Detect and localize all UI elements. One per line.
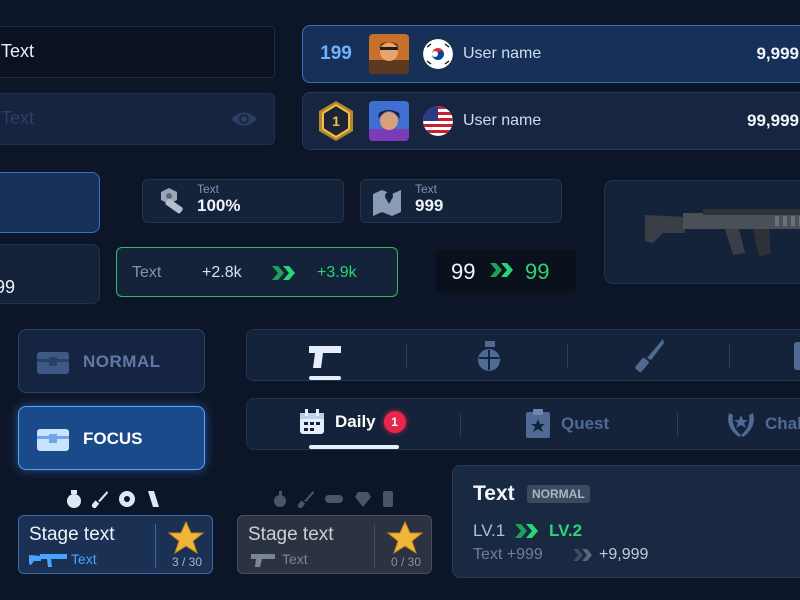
upgrade-compare-plain: 99 99 bbox=[436, 250, 576, 292]
rank-number: 1 bbox=[332, 113, 340, 129]
leaderboard-row-self[interactable]: 199 User name 9,999 bbox=[302, 25, 800, 83]
gem-icon bbox=[355, 492, 371, 507]
notification-badge: 1 bbox=[383, 411, 406, 433]
stat-value: 100% bbox=[197, 196, 241, 215]
stage-sub: Text bbox=[282, 551, 308, 567]
upgrade-label: Text bbox=[132, 264, 162, 281]
double-chevron-icon bbox=[490, 263, 513, 277]
text-from: Text +999 bbox=[473, 546, 543, 563]
tab-label: Quest bbox=[561, 414, 610, 433]
stat-label: Text bbox=[415, 182, 438, 196]
double-chevron-icon bbox=[573, 549, 592, 561]
active-indicator bbox=[309, 376, 341, 380]
eye-icon[interactable] bbox=[230, 110, 258, 128]
upgrade-compare-row: Text +2.8k +3.9k bbox=[116, 247, 398, 297]
stat-value: 999 bbox=[415, 196, 444, 215]
clipboard-star-icon bbox=[526, 409, 550, 438]
gold-rank-badge: 1 bbox=[303, 100, 369, 142]
level-from: LV.1 bbox=[473, 521, 506, 540]
stage-card-active[interactable]: Stage text Text 3 / 30 bbox=[18, 515, 213, 574]
tab-label: FOCUS bbox=[83, 429, 143, 448]
star-icon bbox=[167, 520, 205, 555]
leaderboard-row-first[interactable]: 1 User name 99,999 bbox=[302, 92, 800, 150]
mini-icon-row-1 bbox=[66, 490, 160, 508]
stage-title: Stage text bbox=[29, 524, 115, 545]
tab-label: Daily bbox=[335, 412, 376, 431]
flashbang-icon bbox=[119, 491, 135, 507]
quest-tab-bar: Daily 1 Quest Chal bbox=[246, 398, 800, 450]
grenade-icon[interactable] bbox=[475, 340, 503, 372]
stage-count: 3 / 30 bbox=[171, 555, 202, 569]
rank-number: 199 bbox=[320, 43, 352, 64]
tab-normal[interactable]: NORMAL bbox=[18, 329, 205, 393]
stage-sub: Text bbox=[71, 551, 97, 567]
stage-count: 0 / 30 bbox=[390, 555, 421, 569]
pills-icon bbox=[325, 495, 343, 503]
pistol-icon bbox=[251, 554, 275, 567]
stat-label: Text bbox=[197, 182, 220, 196]
tab-label: Chal bbox=[765, 414, 800, 433]
text-to: +9,999 bbox=[599, 546, 649, 563]
knife-icon bbox=[298, 491, 314, 508]
tab-label: NORMAL bbox=[83, 352, 161, 371]
tab-challenge[interactable]: Chal bbox=[725, 409, 800, 439]
tab-quest[interactable]: Quest bbox=[525, 409, 609, 439]
ammo-icon[interactable] bbox=[792, 340, 800, 372]
magazine-icon bbox=[148, 491, 159, 507]
normal-badge: NORMAL bbox=[527, 485, 590, 503]
weapon-preview-card[interactable] bbox=[604, 180, 800, 284]
plain-from: 99 bbox=[451, 259, 476, 284]
stage-title: Stage text bbox=[248, 524, 334, 545]
star-icon bbox=[386, 520, 424, 555]
korea-flag-icon bbox=[423, 39, 453, 69]
map-stat: Text 999 bbox=[360, 179, 562, 223]
bomb-icon bbox=[274, 491, 286, 507]
box-value: 99 bbox=[0, 277, 16, 297]
grenade-icon bbox=[67, 490, 81, 508]
level-info-card: Text NORMAL LV.1 LV.2 Text +999 +9,999 bbox=[452, 465, 800, 578]
battery-icon bbox=[383, 491, 393, 507]
avatar bbox=[369, 34, 409, 74]
level-to: LV.2 bbox=[549, 521, 583, 540]
user-name: User name bbox=[463, 45, 542, 62]
knife-icon bbox=[92, 491, 108, 508]
input-value: Text bbox=[1, 41, 35, 61]
double-chevron-icon bbox=[272, 266, 295, 280]
input-placeholder: Text bbox=[1, 108, 35, 128]
parts-stat: Text 100% bbox=[142, 179, 344, 223]
selected-box[interactable] bbox=[0, 172, 100, 233]
value-box: 99 bbox=[0, 244, 100, 304]
upgrade-to: +3.9k bbox=[317, 264, 357, 281]
active-indicator bbox=[309, 445, 399, 449]
stage-card-locked[interactable]: Stage text Text 0 / 30 bbox=[237, 515, 432, 574]
double-chevron-icon bbox=[515, 524, 538, 538]
tab-focus[interactable]: FOCUS bbox=[18, 406, 205, 470]
tab-daily[interactable]: Daily 1 bbox=[299, 409, 406, 435]
rifle-icon bbox=[29, 554, 67, 567]
chest-icon bbox=[37, 352, 69, 374]
rifle-icon bbox=[645, 209, 800, 257]
pistol-icon[interactable] bbox=[307, 342, 343, 370]
info-title: Text bbox=[473, 482, 515, 505]
avatar bbox=[369, 101, 409, 141]
text-input-filled[interactable]: Text bbox=[0, 26, 275, 78]
map-icon bbox=[373, 190, 401, 216]
usa-flag-icon bbox=[423, 106, 453, 136]
knife-icon[interactable] bbox=[635, 338, 665, 372]
chest-icon bbox=[37, 429, 69, 451]
user-name: User name bbox=[463, 112, 542, 129]
plain-to: 99 bbox=[525, 259, 550, 284]
password-input[interactable]: Text bbox=[0, 93, 275, 145]
nut-bolt-icon bbox=[161, 188, 183, 214]
laurel-icon bbox=[728, 413, 754, 437]
score: 99,999 bbox=[747, 111, 799, 130]
mini-icon-row-2 bbox=[272, 490, 394, 508]
calendar-icon bbox=[300, 409, 324, 434]
upgrade-from: +2.8k bbox=[202, 264, 242, 281]
weapon-category-bar bbox=[246, 329, 800, 381]
score: 9,999 bbox=[756, 44, 799, 63]
